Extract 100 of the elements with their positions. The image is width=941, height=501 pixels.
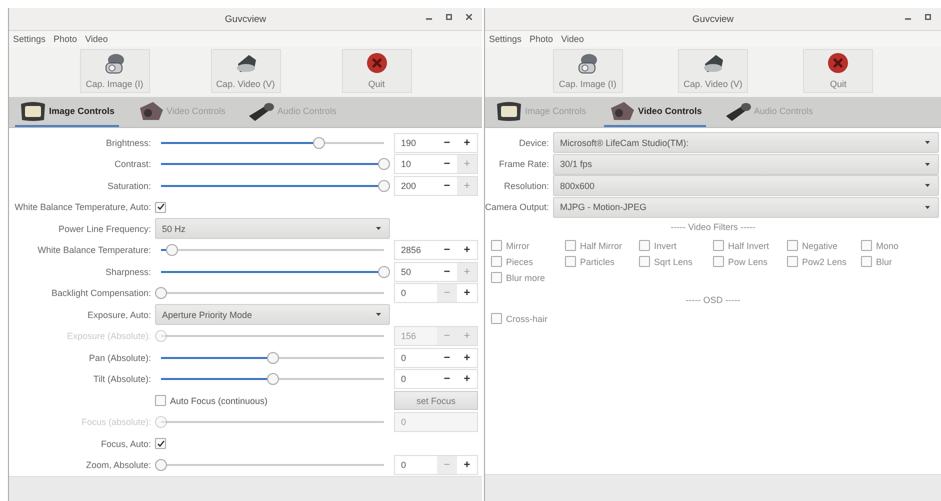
maximize-icon[interactable]: [446, 14, 452, 20]
checkbox[interactable]: [713, 256, 724, 267]
dropdown[interactable]: Aperture Priority Mode: [155, 304, 390, 326]
toolbar-button[interactable]: Cap. Video (V): [210, 49, 280, 93]
checkbox[interactable]: [639, 256, 650, 267]
spin-field[interactable]: 0 − +: [394, 348, 478, 368]
slider-handle[interactable]: [378, 180, 390, 192]
control-label: Camera Output:: [485, 202, 549, 212]
set-focus-button[interactable]: set Focus: [394, 391, 478, 410]
caret-icon: [925, 141, 930, 144]
caret-icon: [925, 162, 930, 166]
toolbar-button[interactable]: Quit: [342, 49, 412, 93]
control-label: Saturation:: [107, 180, 151, 191]
section-heading: ----- OSD -----: [684, 294, 742, 307]
section-heading: ----- Video Filters -----: [670, 221, 756, 234]
checkbox[interactable]: [861, 240, 872, 251]
checkbox[interactable]: [639, 240, 650, 251]
slider-handle[interactable]: [166, 244, 178, 256]
close-icon[interactable]: [466, 14, 472, 20]
checkbox-label: Sqrt Lens: [654, 256, 693, 266]
checkbox-label: Invert: [654, 240, 677, 250]
spin-field[interactable]: 2856 − +: [394, 240, 478, 260]
menu-item[interactable]: Photo: [530, 34, 554, 44]
checkbox[interactable]: [565, 256, 576, 267]
slider-handle[interactable]: [155, 459, 167, 472]
checkbox[interactable]: [787, 256, 798, 267]
tab-label: Video Controls: [638, 106, 702, 116]
menu-item[interactable]: Video: [561, 34, 584, 44]
checkbox[interactable]: [713, 240, 724, 251]
control-label: Device:: [518, 138, 549, 148]
menu-item[interactable]: Video: [85, 34, 108, 44]
menu-item[interactable]: Settings: [13, 34, 46, 44]
microphone-icon: [724, 100, 752, 122]
dropdown[interactable]: Microsoft® LifeCam Studio(TM):: [553, 132, 939, 154]
close-icon: [366, 52, 388, 74]
checkbox-label: Blur: [876, 256, 892, 266]
menu-item[interactable]: Settings: [489, 34, 522, 44]
checkbox-label: Auto Focus (continuous): [170, 396, 268, 406]
checkbox[interactable]: [491, 256, 502, 267]
control-label: Focus, Auto:: [100, 438, 151, 449]
microphone-icon: [247, 100, 276, 122]
control-label: Exposure, Auto:: [87, 310, 151, 320]
dropdown[interactable]: 50 Hz: [155, 218, 390, 240]
close-icon: [827, 52, 850, 74]
caret-icon: [376, 227, 381, 230]
toolbar-button[interactable]: Cap. Video (V): [678, 49, 748, 93]
checkbox[interactable]: [155, 438, 166, 450]
monitor-icon: [19, 100, 47, 122]
camcorder-icon: [608, 100, 636, 122]
caret-icon: [925, 184, 930, 188]
caret-icon: [925, 206, 930, 209]
checkbox-label: Particles: [580, 256, 615, 266]
checkbox-label: Cross-hair: [506, 314, 548, 324]
checkbox[interactable]: [787, 240, 798, 251]
control-label: Pan (Absolute):: [88, 352, 151, 363]
checkbox[interactable]: [491, 272, 502, 283]
control-label: Contrast:: [114, 159, 151, 170]
dropdown[interactable]: 800x600: [553, 175, 939, 196]
slider-handle[interactable]: [266, 352, 278, 364]
checkbox-label: Mirror: [506, 240, 530, 250]
checkbox-label: Half Mirror: [580, 240, 622, 250]
checkbox-label: Blur more: [506, 272, 546, 282]
slider-handle[interactable]: [378, 266, 390, 278]
control-label: Backlight Compensation:: [51, 288, 151, 298]
toolbar-button[interactable]: Cap. Image (I): [80, 49, 150, 93]
checkbox[interactable]: [565, 240, 576, 251]
control-label: White Balance Temperature, Auto:: [14, 202, 151, 212]
checkbox[interactable]: [491, 313, 502, 324]
checkbox[interactable]: [155, 395, 166, 406]
control-label: Tilt (Absolute):: [93, 374, 151, 384]
checkbox[interactable]: [155, 202, 166, 213]
dropdown[interactable]: MJPG - Motion-JPEG: [553, 196, 939, 218]
maximize-icon[interactable]: [925, 14, 931, 20]
slider-handle[interactable]: [313, 136, 326, 149]
dropdown[interactable]: 30/1 fps: [553, 154, 939, 175]
monitor-icon: [495, 100, 523, 122]
control-label: Frame Rate:: [498, 159, 549, 170]
slider-handle[interactable]: [378, 158, 390, 170]
control-label: Zoom, Absolute:: [86, 460, 151, 470]
control-label: Resolution:: [504, 180, 549, 191]
slider-handle[interactable]: [155, 287, 167, 300]
spin-field[interactable]: 0 − +: [394, 369, 478, 390]
checkbox-label: Mono: [876, 240, 899, 250]
window-title: Guvcview: [224, 14, 266, 24]
control-label: Power Line Frequency:: [58, 224, 151, 234]
checkbox-label: Pow Lens: [728, 256, 768, 266]
tab-label: Image Controls: [49, 106, 115, 116]
camera-icon: [102, 52, 126, 74]
menu-item[interactable]: Photo: [54, 34, 78, 44]
camera-icon: [576, 52, 600, 74]
spin-field[interactable]: 190 − +: [394, 132, 478, 153]
toolbar-button[interactable]: Quit: [803, 49, 874, 93]
checkbox[interactable]: [491, 240, 502, 251]
checkbox-label: Half Invert: [728, 240, 770, 250]
checkbox-label: Negative: [802, 240, 838, 250]
checkbox-label: Pieces: [506, 256, 534, 266]
slider-handle[interactable]: [266, 373, 278, 386]
checkbox[interactable]: [861, 256, 872, 267]
toolbar-button[interactable]: Cap. Image (I): [552, 49, 623, 93]
control-label: White Balance Temperature:: [38, 245, 151, 256]
